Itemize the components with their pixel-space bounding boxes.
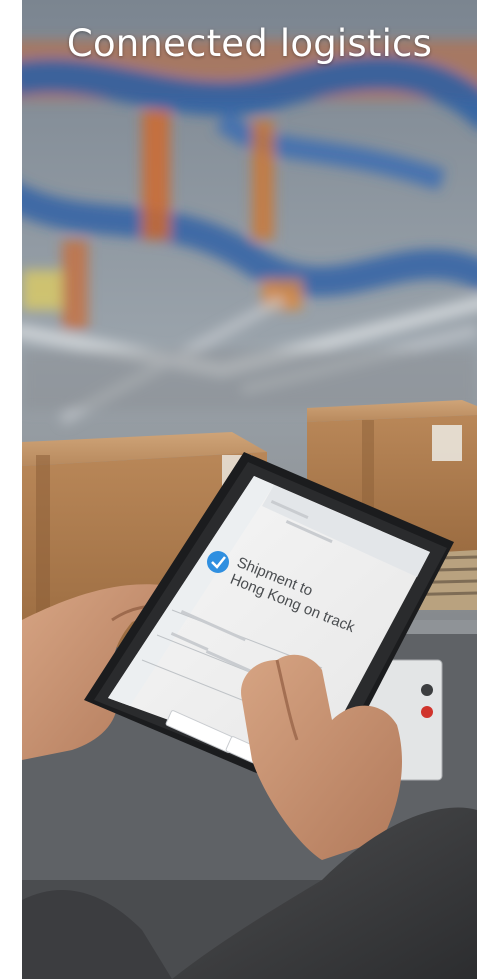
warehouse-scene: Shipment to Hong Kong on track [22, 0, 477, 979]
page-title: Connected logistics [66, 22, 433, 65]
hero-photo: Shipment to Hong Kong on track Connected… [22, 0, 477, 979]
check-circle-icon [207, 551, 229, 573]
